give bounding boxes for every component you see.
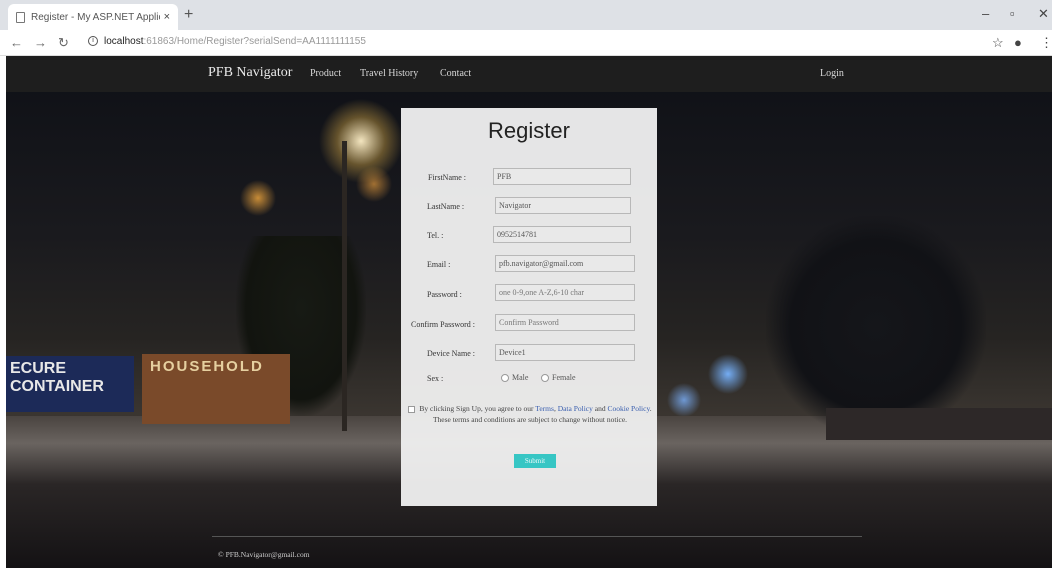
url-host: localhost — [104, 36, 144, 47]
new-tab-button[interactable]: + — [184, 6, 193, 24]
fence — [826, 408, 1052, 440]
page-background: HOUSEHOLD ECURE CONTAINER PFB Navigator … — [6, 56, 1052, 568]
female-label: Female — [552, 373, 576, 382]
browser-tab-bar: Register - My ASP.NET Application × + – … — [0, 0, 1052, 30]
register-panel: Register FirstName : LastName : Tel. : E… — [401, 108, 657, 506]
nav-login[interactable]: Login — [820, 68, 844, 79]
window-close-button[interactable]: ✕ — [1038, 6, 1049, 22]
confirm-password-label: Confirm Password : — [411, 320, 475, 329]
password-label: Password : — [427, 290, 462, 299]
password-field[interactable] — [495, 284, 635, 301]
profile-icon[interactable]: ● — [1014, 35, 1022, 50]
submit-button[interactable]: Submit — [514, 454, 556, 468]
terms-text: By clicking Sign Up, you agree to our Te… — [405, 404, 655, 425]
nav-travel-history[interactable]: Travel History — [360, 68, 418, 79]
trees — [766, 216, 986, 436]
forward-icon[interactable]: → — [34, 35, 47, 50]
tab-close-button[interactable]: × — [164, 11, 170, 23]
female-radio[interactable] — [541, 373, 549, 382]
browser-tab[interactable]: Register - My ASP.NET Application × — [8, 4, 178, 30]
address-bar: ← → ↻ i localhost:61863/Home/Register?ser… — [0, 30, 1052, 56]
lastname-label: LastName : — [427, 202, 465, 211]
page-title: Register — [488, 118, 570, 143]
maximize-button[interactable]: ▫ — [1010, 6, 1015, 21]
footer-divider — [212, 536, 862, 537]
firstname-field[interactable] — [493, 168, 631, 185]
tab-title: Register - My ASP.NET Application — [31, 11, 160, 23]
firstname-label: FirstName : — [428, 173, 466, 182]
male-radio[interactable] — [501, 373, 509, 382]
url-field[interactable]: i localhost:61863/Home/Register?serialSen… — [88, 36, 366, 47]
terms-checkbox[interactable] — [408, 405, 416, 413]
footer-text: © PFB.Navigator@gmail.com — [218, 550, 310, 559]
sex-option-male[interactable]: Male — [501, 373, 528, 382]
sex-label: Sex : — [427, 374, 444, 383]
email-label: Email : — [427, 260, 451, 269]
email-field[interactable] — [495, 255, 635, 272]
device-name-field[interactable] — [495, 344, 635, 361]
nav-product[interactable]: Product — [310, 68, 341, 79]
tel-label: Tel. : — [427, 231, 444, 240]
sex-option-female[interactable]: Female — [541, 373, 576, 382]
terms-and: and — [594, 404, 606, 413]
cookie-policy-link[interactable]: Cookie Policy — [607, 404, 649, 413]
brand-link[interactable]: PFB Navigator — [208, 65, 292, 81]
lastname-field[interactable] — [495, 197, 631, 214]
site-navbar: PFB Navigator Product Travel History Con… — [6, 56, 1052, 92]
bookmark-star-icon[interactable]: ☆ — [992, 35, 1004, 51]
male-label: Male — [512, 373, 529, 382]
page-icon — [16, 11, 25, 23]
url-path: :61863/Home/Register?serialSend=AA111111… — [143, 36, 366, 47]
terms-link[interactable]: Terms — [535, 404, 554, 413]
back-icon[interactable]: ← — [10, 35, 23, 50]
reload-icon[interactable]: ↻ — [58, 35, 69, 51]
street-lamp — [342, 141, 347, 431]
confirm-password-field[interactable] — [495, 314, 635, 331]
billboard: HOUSEHOLD — [142, 354, 290, 424]
terms-prefix: By clicking Sign Up, you agree to our — [419, 404, 534, 413]
minimize-button[interactable]: – — [982, 6, 989, 21]
device-name-label: Device Name : — [427, 349, 475, 358]
info-icon[interactable]: i — [88, 36, 98, 47]
tel-field[interactable] — [493, 226, 631, 243]
data-policy-link[interactable]: Data Policy — [558, 404, 593, 413]
menu-icon[interactable]: ⋮ — [1040, 35, 1052, 51]
nav-contact[interactable]: Contact — [440, 68, 471, 79]
container-sign: ECURE CONTAINER — [6, 356, 134, 412]
